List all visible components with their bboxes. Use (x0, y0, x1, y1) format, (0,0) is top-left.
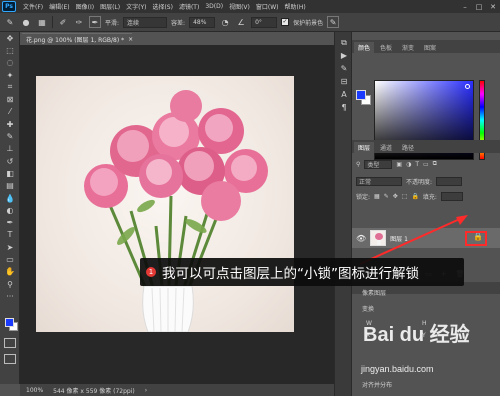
baidu-watermark: Bai du 经验 jingyan.baidu.com (355, 318, 475, 376)
tip-caption: 1 我可以可点击图层上的“小锁”图标进行解锁 (140, 258, 464, 286)
step-number-badge: 1 (146, 267, 156, 277)
tip-text: 我可以可点击图层上的“小锁”图标进行解锁 (162, 266, 419, 282)
watermark-url: jingyan.baidu.com (361, 364, 434, 374)
watermark-brand: Bai du 经验 (363, 324, 470, 346)
